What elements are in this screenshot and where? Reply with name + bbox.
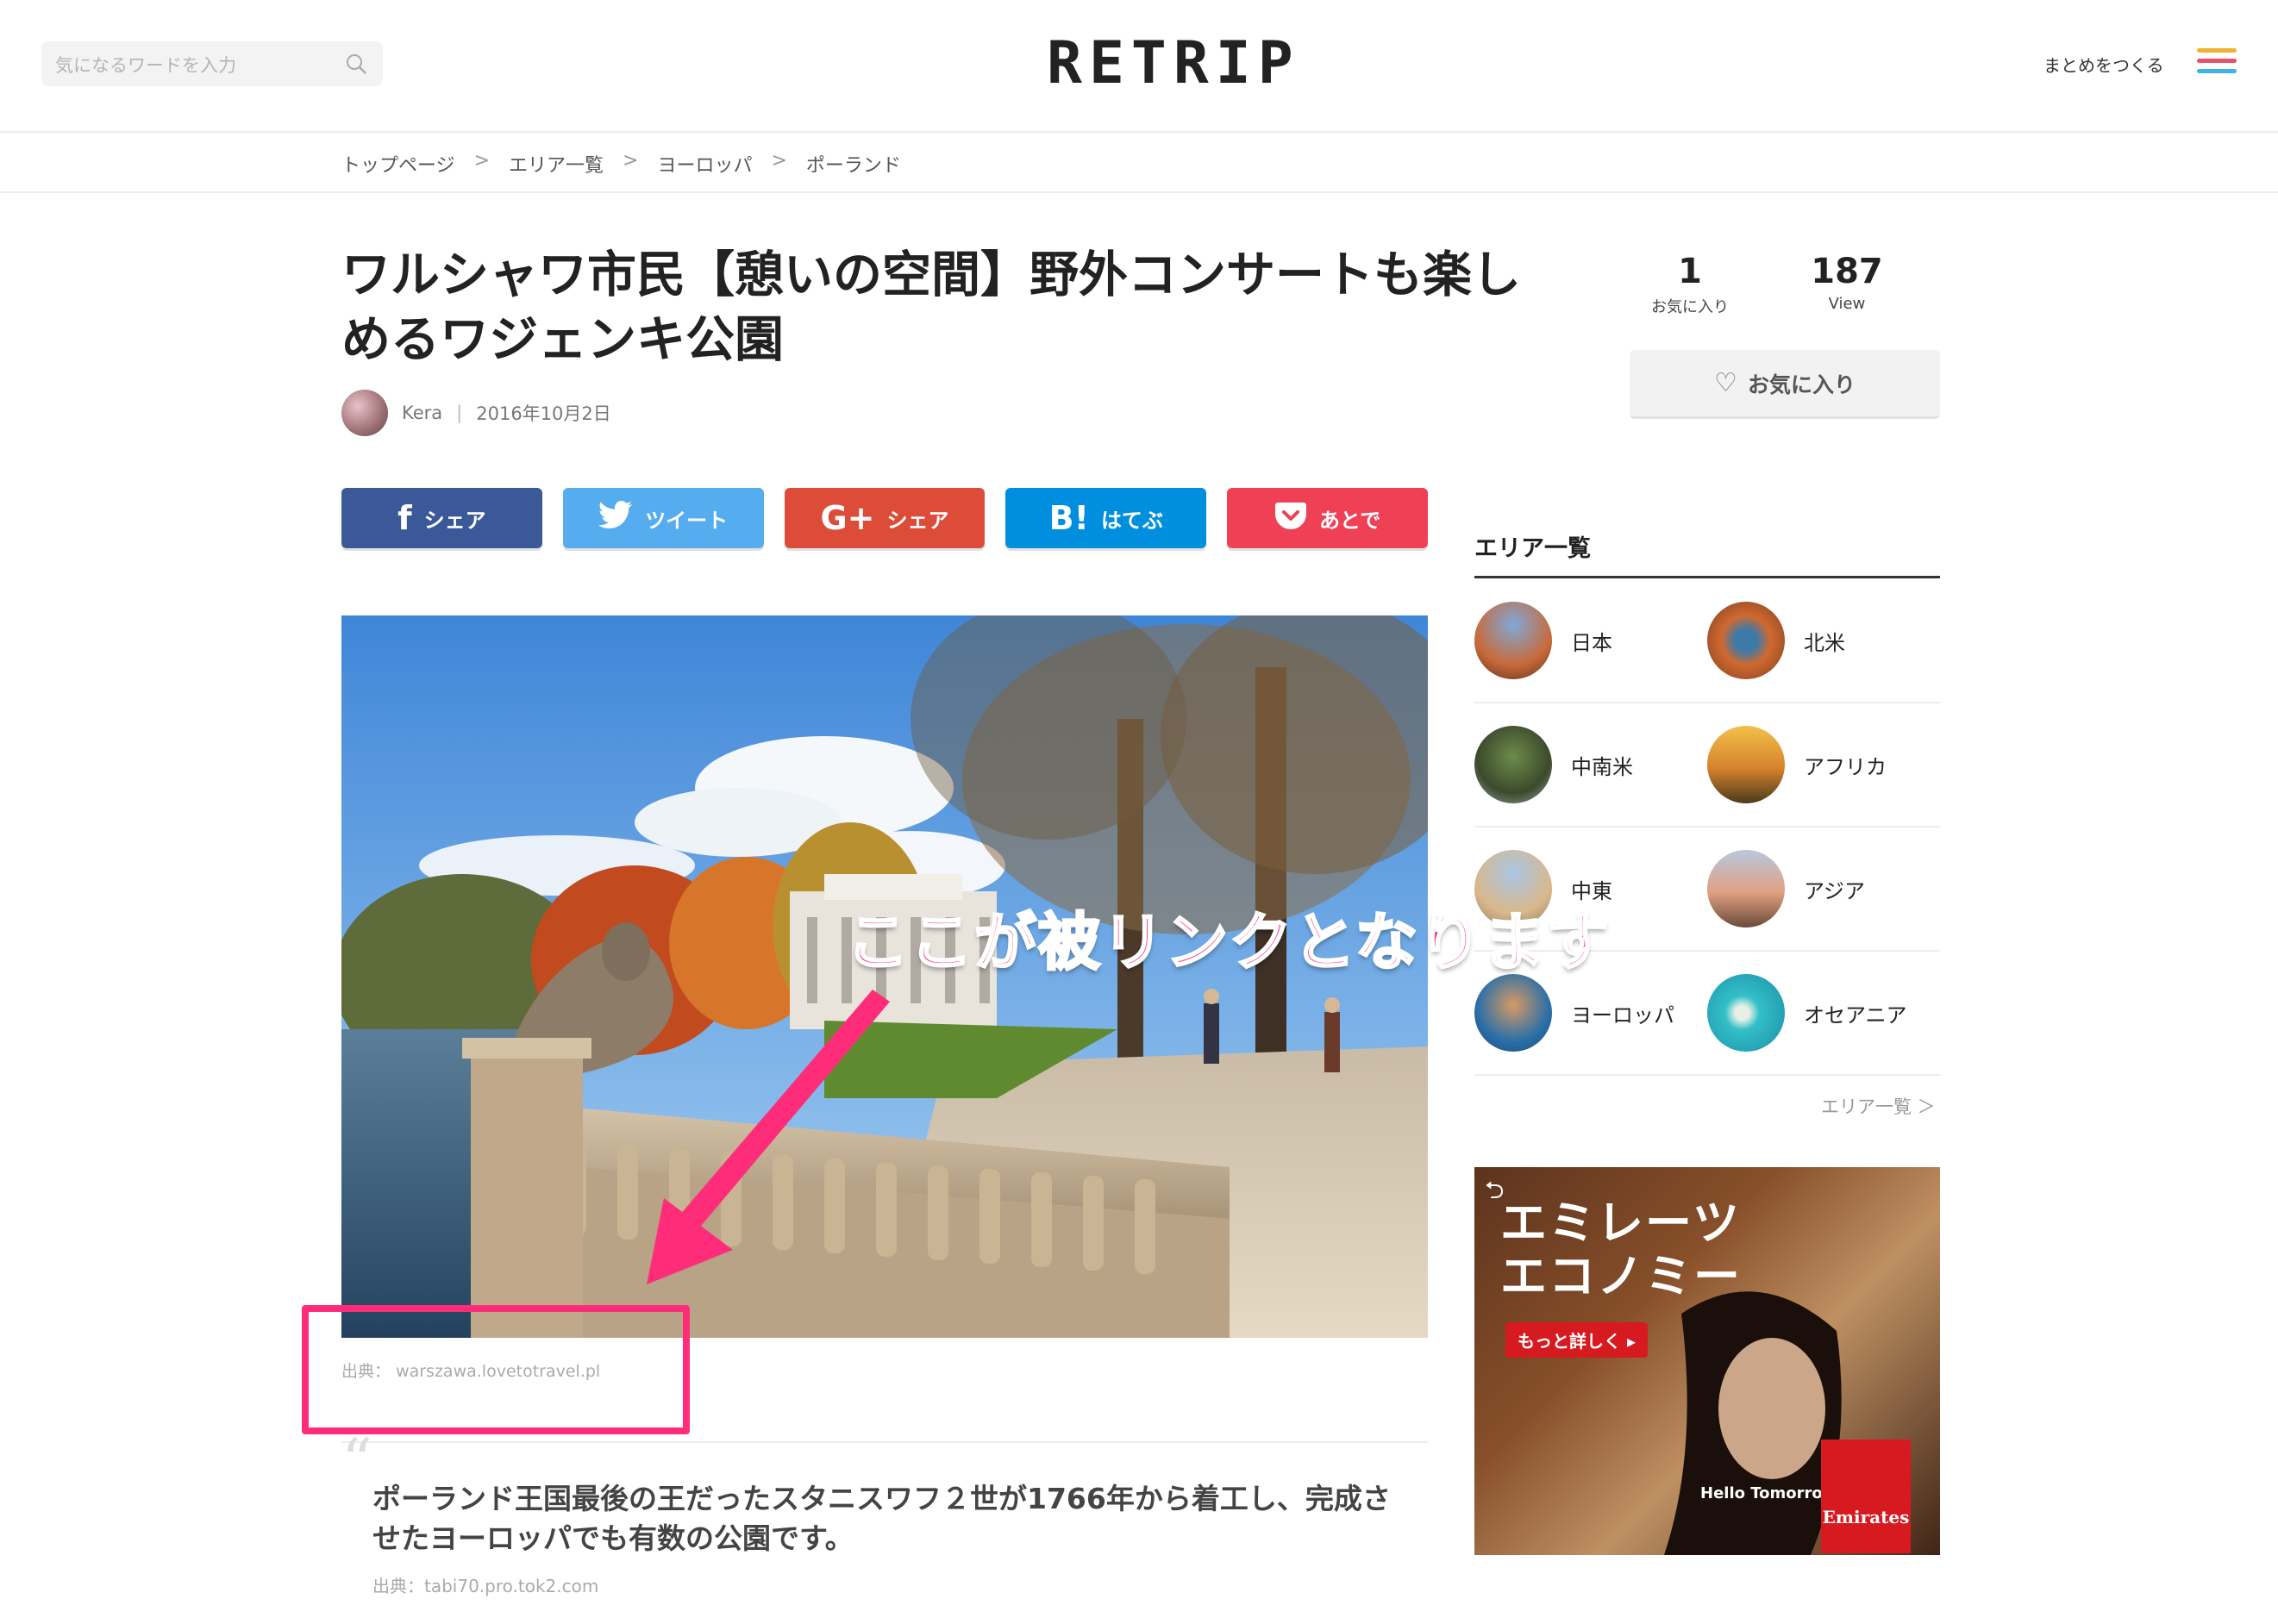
- annotation-highlight-box: [302, 1305, 690, 1434]
- twitter-tweet-button[interactable]: ツイート: [562, 488, 764, 548]
- area-list: 日本 北米 中南米 アフリカ 中東 アジア ヨーロッパ オセアニア: [1474, 579, 1940, 1076]
- area-thumbnail: [1474, 726, 1552, 803]
- area-label: 中南米: [1571, 754, 1633, 779]
- area-thumbnail: [1474, 974, 1552, 1052]
- pocket-save-button[interactable]: あとで: [1227, 488, 1428, 548]
- area-item-japan[interactable]: 日本: [1474, 602, 1707, 679]
- area-list-more-link[interactable]: エリア一覧 ＞: [1821, 1093, 1936, 1119]
- favorite-button-label: お気に入り: [1747, 372, 1856, 397]
- area-thumbnail: [1474, 602, 1552, 679]
- area-item-africa[interactable]: アフリカ: [1707, 726, 1940, 803]
- publish-date: 2016年10月2日: [476, 403, 611, 424]
- share-label: シェア: [886, 508, 949, 533]
- annotation-callout-text: ここが被リンクとなります: [846, 905, 1611, 980]
- area-label: アフリカ: [1804, 754, 1887, 779]
- quote-text: ポーランド王国最後の王だったスタニスワフ２世が1766年から着工し、完成させたヨ…: [372, 1482, 1391, 1555]
- breadcrumb-item-europe[interactable]: ヨーロッパ: [657, 150, 752, 178]
- add-favorite-button[interactable]: ♡ お気に入り: [1630, 350, 1940, 419]
- emirates-advertisement[interactable]: ⮌ エミレーツ エコノミー もっと詳しく ▸ Hello Tomorrow Em…: [1474, 1167, 1940, 1555]
- author-name[interactable]: Kera: [402, 403, 442, 423]
- quote-divider: [341, 1441, 1428, 1443]
- ad-title: エミレーツ エコノミー: [1500, 1196, 1742, 1303]
- area-thumbnail: [1707, 602, 1785, 679]
- area-list-heading: エリア一覧: [1474, 535, 1591, 562]
- area-label: ヨーロッパ: [1571, 1003, 1674, 1027]
- hatena-icon: B!: [1048, 499, 1089, 537]
- article-title: ワルシャワ市民【憩いの空間】野外コンサートも楽しめるワジェンキ公園: [341, 247, 1521, 368]
- breadcrumb-separator: >: [473, 150, 490, 172]
- ad-title-line1: エミレーツ: [1500, 1196, 1741, 1250]
- area-thumbnail: [1707, 974, 1785, 1052]
- search-icon[interactable]: [345, 53, 367, 75]
- area-thumbnail: [1707, 850, 1785, 928]
- google-plus-icon: G+: [820, 499, 875, 537]
- quote-source-link[interactable]: 出典：tabi70.pro.tok2.com: [372, 1572, 598, 1597]
- breadcrumb-item-areas[interactable]: エリア一覧: [509, 150, 604, 178]
- area-thumbnail: [1707, 726, 1785, 803]
- site-header: 気になるワードを入力 RETRIP まとめをつくる: [0, 0, 2278, 133]
- area-list-divider: [1474, 576, 1940, 578]
- share-buttons: f シェア ツイート G+ シェア B! はてぶ あとで: [341, 488, 1428, 548]
- read-later-label: あとで: [1318, 508, 1381, 533]
- search-input[interactable]: 気になるワードを入力: [41, 41, 383, 86]
- area-label: 北米: [1804, 630, 1845, 655]
- author-line: Kera | 2016年10月2日: [341, 390, 611, 436]
- facebook-share-button[interactable]: f シェア: [341, 488, 542, 548]
- google-plus-share-button[interactable]: G+ シェア: [784, 488, 986, 548]
- breadcrumb-separator: >: [771, 150, 787, 172]
- area-label: 日本: [1571, 630, 1612, 655]
- share-label: シェア: [423, 508, 486, 533]
- area-item-europe[interactable]: ヨーロッパ: [1474, 974, 1707, 1052]
- author-separator: |: [456, 403, 463, 423]
- area-item-asia[interactable]: アジア: [1707, 850, 1940, 928]
- quote-mark-icon: “: [341, 1426, 372, 1496]
- area-item-latin-america[interactable]: 中南米: [1474, 726, 1707, 803]
- favorites-count: 1: [1678, 252, 1702, 291]
- hamburger-menu-icon[interactable]: [2197, 48, 2237, 83]
- heart-icon: ♡: [1714, 368, 1737, 398]
- area-label: アジア: [1804, 878, 1866, 903]
- site-logo[interactable]: RETRIP: [1047, 31, 1300, 97]
- emirates-logo: Emirates: [1821, 1440, 1911, 1553]
- hatena-bookmark-button[interactable]: B! はてぶ: [1005, 488, 1207, 548]
- breadcrumb-separator: >: [623, 150, 639, 172]
- area-item-oceania[interactable]: オセアニア: [1707, 974, 1940, 1052]
- views-label: View: [1828, 295, 1866, 313]
- area-item-north-america[interactable]: 北米: [1707, 602, 1940, 679]
- favorites-stat: 1 お気に入り: [1642, 252, 1738, 317]
- breadcrumb: トップページ > エリア一覧 > ヨーロッパ > ポーランド: [0, 133, 2278, 193]
- area-row: 中南米 アフリカ: [1474, 703, 1940, 828]
- facebook-icon: f: [397, 499, 412, 537]
- hatebu-label: はてぶ: [1100, 508, 1163, 533]
- ad-tagline: Hello Tomorrow: [1700, 1484, 1837, 1502]
- search-placeholder: 気になるワードを入力: [55, 55, 236, 76]
- pocket-icon: [1274, 501, 1307, 535]
- ad-title-line2: エコノミー: [1500, 1249, 1742, 1303]
- breadcrumb-item-top[interactable]: トップページ: [341, 150, 455, 178]
- views-count: 187: [1811, 252, 1883, 291]
- favorites-label: お気に入り: [1651, 298, 1729, 316]
- views-stat: 187 View: [1799, 252, 1895, 313]
- make-summary-link[interactable]: まとめをつくる: [2043, 52, 2164, 77]
- ad-learn-more-button[interactable]: もっと詳しく ▸: [1505, 1322, 1649, 1358]
- area-label: オセアニア: [1804, 1003, 1907, 1027]
- tweet-label: ツイート: [645, 508, 729, 533]
- author-avatar[interactable]: [341, 390, 388, 436]
- breadcrumb-item-poland[interactable]: ポーランド: [806, 150, 901, 178]
- area-row: 日本 北米: [1474, 579, 1940, 703]
- twitter-bird-icon: [598, 501, 633, 535]
